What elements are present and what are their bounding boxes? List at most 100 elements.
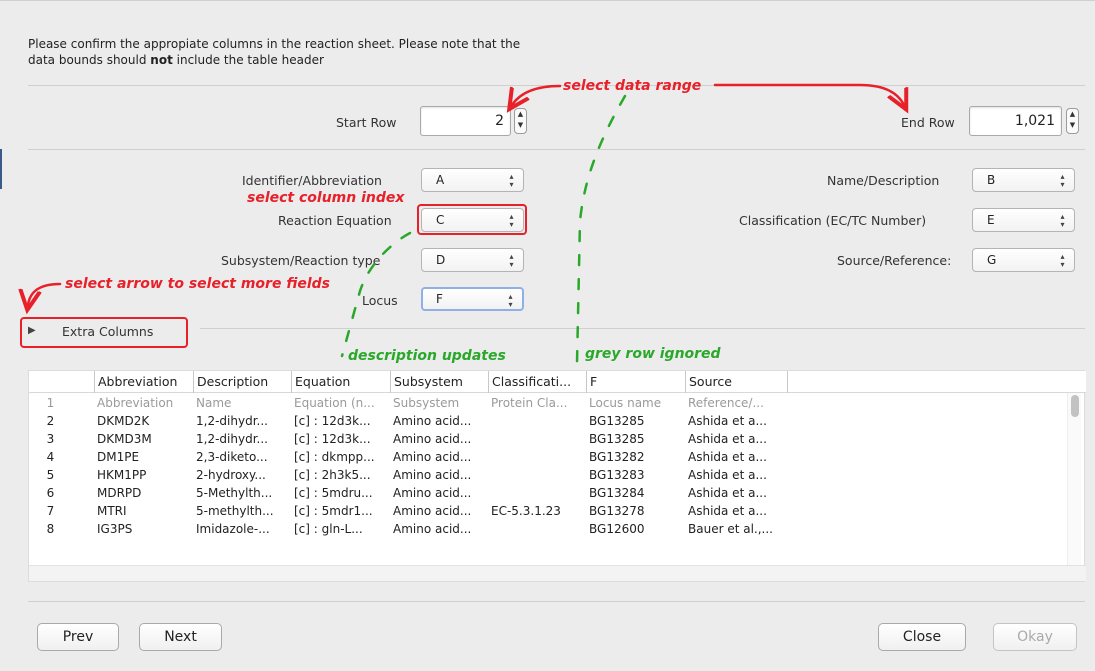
table-cell [488, 430, 586, 448]
table-cell: [c] : 2h3k5... [294, 468, 371, 482]
table-row[interactable]: 4 DM1PE 2,3-diketo... [c] : dkmpp... Ami… [29, 448, 1069, 466]
table-cell: [c] : dkmpp... [294, 450, 375, 464]
updown-arrows-icon: ▴▾ [1058, 172, 1067, 188]
preview-table[interactable]: Abbreviation Description Equation Subsys… [28, 370, 1086, 582]
source-select-value: G [987, 253, 997, 267]
import-dialog: Please confirm the appropiate columns in… [0, 0, 1095, 671]
locus-select[interactable]: F ▴▾ [421, 287, 524, 311]
start-row-stepper[interactable]: ▲ ▼ [514, 108, 527, 134]
equation-label: Reaction Equation [278, 213, 392, 228]
column-header[interactable]: Source [685, 371, 788, 393]
name-label: Name/Description [827, 173, 940, 188]
table-vertical-scrollbar[interactable] [1067, 393, 1081, 569]
annotation-select-column-index: select column index [247, 190, 405, 206]
table-cell: Ashida et a... [688, 414, 767, 428]
identifier-label: Identifier/Abbreviation [242, 173, 382, 188]
table-cell: Ashida et a... [688, 468, 767, 482]
table-row[interactable]: 1 Abbreviation Name Equation (n... Subsy… [29, 394, 1069, 412]
updown-arrows-icon: ▴▾ [507, 172, 516, 188]
annotation-description-updates: description updates [348, 348, 506, 364]
instructions-line2-bold: not [150, 53, 173, 67]
table-cell: Amino acid... [393, 504, 472, 518]
table-cell: BG13285 [589, 432, 645, 446]
column-header[interactable]: Equation [291, 371, 390, 393]
table-row[interactable]: 7 MTRI 5-methylth... [c] : 5mdr1... Amin… [29, 502, 1069, 520]
stepper-down-icon[interactable]: ▼ [1067, 120, 1078, 131]
table-row[interactable]: 6 MDRPD 5-Methylth... [c] : 5mdru... Ami… [29, 484, 1069, 502]
column-header[interactable]: Description [193, 371, 291, 393]
table-cell: Abbreviation [97, 396, 174, 410]
prev-button[interactable]: Prev [37, 623, 119, 651]
column-header[interactable]: Subsystem [390, 371, 488, 393]
arrow-to-extra-columns [28, 282, 62, 305]
table-cell: BG13282 [589, 450, 645, 464]
window-edge [0, 149, 2, 189]
table-cell: [c] : 5mdr1... [294, 504, 373, 518]
table-cell: [c] : 5mdru... [294, 486, 373, 500]
table-cell: MTRI [97, 504, 127, 518]
table-cell: 2-hydroxy... [196, 468, 266, 482]
table-row[interactable]: 8 IG3PS Imidazole-... [c] : gln-L... Ami… [29, 520, 1069, 538]
end-row-stepper[interactable]: ▲ ▼ [1066, 108, 1079, 134]
annotation-select-arrow: select arrow to select more fields [65, 276, 330, 292]
column-header[interactable]: Abbreviation [94, 371, 193, 393]
table-row[interactable]: 3 DKMD3M 1,2-dihydr... [c] : 12d3k... Am… [29, 430, 1069, 448]
table-cell: Name [196, 396, 232, 410]
separator-extra [200, 328, 1085, 329]
table-cell: DKMD3M [97, 432, 152, 446]
name-select-value: B [987, 173, 996, 187]
table-row[interactable]: 2 DKMD2K 1,2-dihydr... [c] : 12d3k... Am… [29, 412, 1069, 430]
close-button[interactable]: Close [878, 623, 966, 651]
table-cell: MDRPD [97, 486, 142, 500]
table-cell: EC-5.3.1.23 [491, 504, 561, 518]
updown-arrows-icon: ▴▾ [507, 252, 516, 268]
start-row-field[interactable]: 2 [420, 106, 511, 136]
classification-select[interactable]: E ▴▾ [972, 208, 1075, 232]
table-horizontal-scrollbar[interactable] [29, 565, 1086, 581]
row-number: 8 [46, 522, 55, 536]
table-cell: DKMD2K [97, 414, 150, 428]
source-label: Source/Reference: [837, 253, 952, 268]
end-row-label: End Row [901, 115, 955, 130]
next-button[interactable]: Next [139, 623, 222, 651]
table-cell: BG13284 [589, 486, 645, 500]
end-row-field[interactable]: 1,021 [969, 106, 1062, 136]
stepper-down-icon[interactable]: ▼ [515, 120, 526, 131]
name-select[interactable]: B ▴▾ [972, 168, 1075, 192]
table-cell [488, 448, 586, 466]
subsystem-select-value: D [436, 253, 446, 267]
table-cell: Protein Cla... [491, 396, 568, 410]
annotation-select-data-range: select data range [563, 78, 702, 94]
identifier-select[interactable]: A ▴▾ [421, 168, 524, 192]
table-cell: Ashida et a... [688, 432, 767, 446]
table-cell: Reference/... [688, 396, 764, 410]
table-cell: Amino acid... [393, 522, 472, 536]
table-cell: Subsystem [393, 396, 460, 410]
table-cell [488, 484, 586, 502]
table-cell: BG13285 [589, 414, 645, 428]
classification-label: Classification (EC/TC Number) [739, 213, 927, 228]
arrow-to-end-row [713, 83, 904, 105]
table-cell: [c] : 12d3k... [294, 432, 371, 446]
okay-button[interactable]: Okay [993, 623, 1077, 651]
subsystem-select[interactable]: D ▴▾ [421, 248, 524, 272]
row-number: 3 [46, 432, 55, 446]
stepper-up-icon[interactable]: ▲ [1067, 109, 1078, 120]
table-cell: Amino acid... [393, 486, 472, 500]
locus-label: Locus [362, 293, 398, 308]
source-select[interactable]: G ▴▾ [972, 248, 1075, 272]
table-cell: Amino acid... [393, 450, 472, 464]
table-cell: 5-methylth... [196, 504, 274, 518]
column-header[interactable]: Classificati... [488, 371, 586, 393]
updown-arrows-icon: ▴▾ [1058, 252, 1067, 268]
table-cell: Ashida et a... [688, 504, 767, 518]
subsystem-label: Subsystem/Reaction type [221, 253, 381, 268]
stepper-up-icon[interactable]: ▲ [515, 109, 526, 120]
table-cell [488, 466, 586, 484]
table-row[interactable]: 5 HKM1PP 2-hydroxy... [c] : 2h3k5... Ami… [29, 466, 1069, 484]
locus-select-value: F [436, 292, 443, 306]
column-header[interactable]: F [586, 371, 685, 393]
table-cell: DM1PE [97, 450, 140, 464]
scrollbar-thumb[interactable] [1071, 395, 1079, 417]
identifier-select-value: A [436, 173, 445, 187]
